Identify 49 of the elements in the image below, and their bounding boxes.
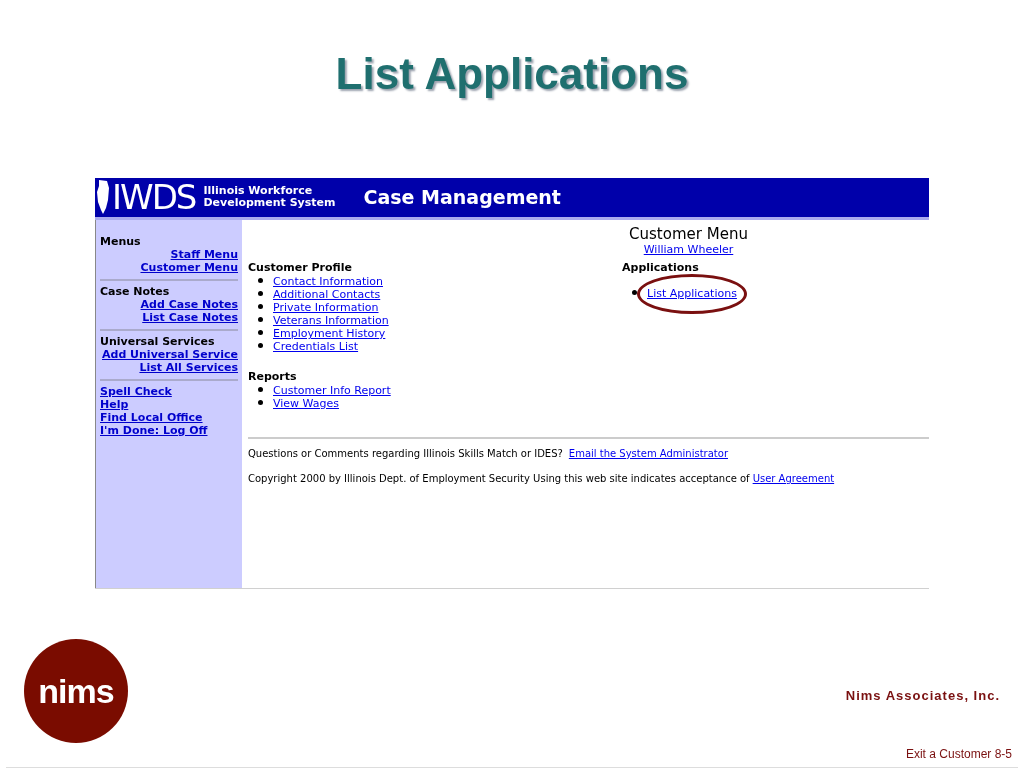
sidebar-link[interactable]: List All Services [139,360,238,374]
sidebar-link[interactable]: I'm Done: Log Off [100,423,208,437]
menu-link[interactable]: Customer Info Report [273,384,391,398]
bullet-icon [258,290,263,296]
menu-link[interactable]: Credentials List [273,340,359,354]
org-name: Illinois Workforce [203,185,314,198]
section-heading: Customer Profile [248,260,352,274]
company-name: Nims Associates, Inc. [845,687,1000,706]
menu-link[interactable]: Additional Contacts [273,288,381,302]
email-link[interactable]: Email the System Administrator [568,447,728,460]
bullet-icon [258,386,263,392]
bullet-icon [258,342,263,348]
menu-link[interactable]: Veterans Information [273,314,389,328]
menu-link[interactable]: Contact Information [273,275,383,289]
bullet-icon [258,316,263,322]
sidebar-heading: Universal Services [100,334,216,348]
section-heading: Applications [622,260,699,274]
contact-text: Questions or Comments regarding Illinois Skills Match or IDES? [248,447,563,460]
sidebar-link[interactable]: Add Universal Service [102,347,238,361]
bullet-icon [258,329,263,335]
bullet-icon [258,303,263,309]
sidebar-link[interactable]: List Case Notes [142,310,238,324]
copyright-text: Copyright 2000 by Illinois Dept. of Employment Security Using this web site indicates acceptance of [248,472,750,485]
menu-link[interactable]: View Wages [273,397,339,411]
user-agreement-link[interactable]: User Agreement [752,472,835,485]
logo-text: nims [38,670,114,712]
site-logo: IWDS [112,179,196,216]
section-heading: Reports [248,369,297,383]
bullet-icon [258,399,263,405]
app-title: Case Management [363,185,561,210]
slide-footer: Exit a Customer 8-5 [905,745,1012,763]
slide-title: List Applications [335,48,689,100]
menu-link[interactable]: Private Information [273,301,379,315]
sidebar-link[interactable]: Help [100,397,129,411]
org-name: Development System [203,197,336,210]
bullet-icon [258,277,263,283]
page-title: Customer Menu [629,225,748,243]
state-map-icon [97,180,110,215]
menu-link[interactable]: Employment History [273,327,386,341]
bullet-icon [632,289,637,295]
sidebar-heading: Menus [100,234,142,248]
sidebar-link[interactable]: Staff Menu [170,247,238,261]
sidebar-heading: Case Notes [100,284,171,298]
customer-name-link[interactable]: William Wheeler [643,242,734,256]
sidebar-link[interactable]: Find Local Office [100,410,203,424]
menu-link[interactable]: List Applications [647,287,737,301]
sidebar-link[interactable]: Customer Menu [140,260,238,274]
sidebar-link[interactable]: Add Case Notes [140,297,238,311]
sidebar-link[interactable]: Spell Check [100,384,172,398]
